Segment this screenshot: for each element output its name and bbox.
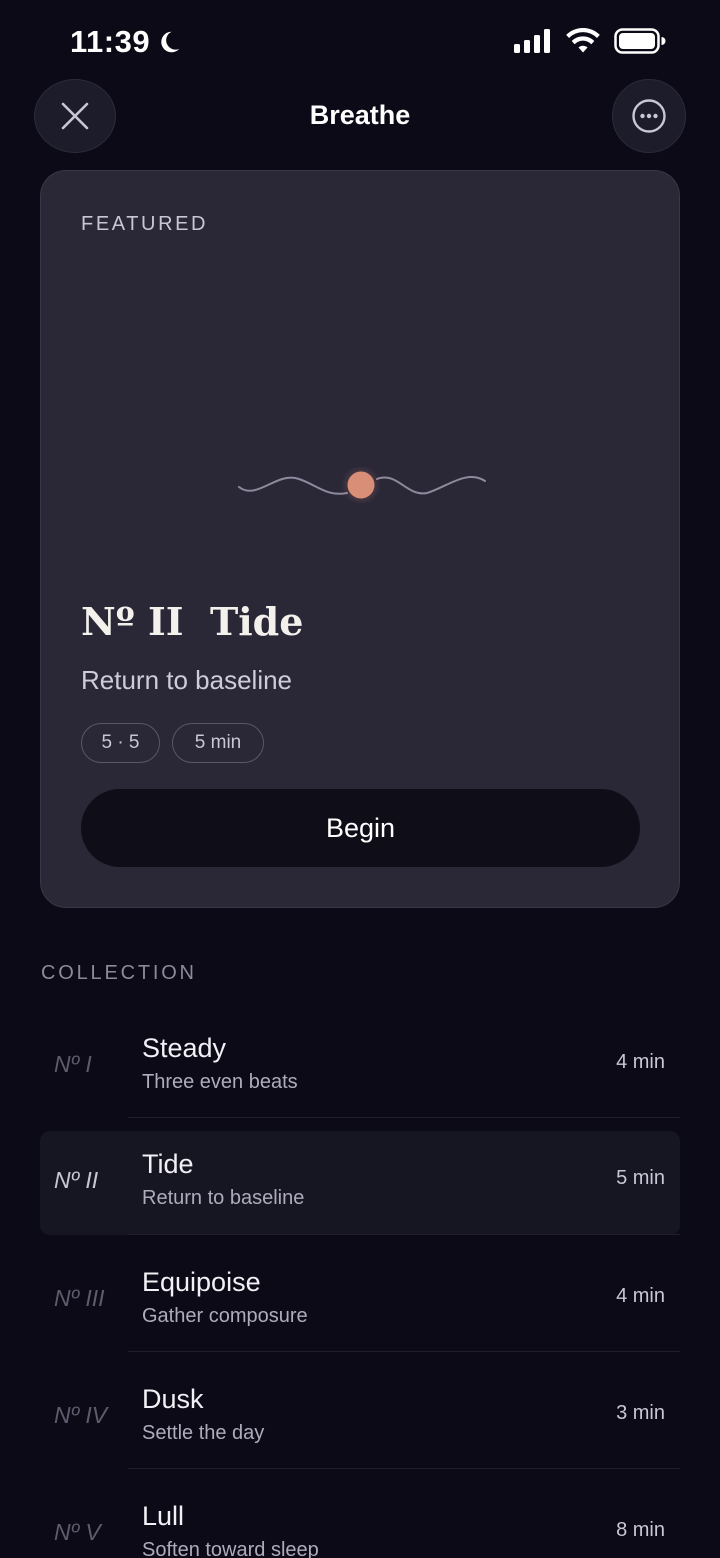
collection-item-lull[interactable]: Nº V Lull Soften toward sleep 8 min xyxy=(40,1483,680,1558)
rhythm-chip: 5 · 5 xyxy=(81,723,160,763)
list-item-title: Lull xyxy=(142,1501,185,1531)
list-item-subtitle: Three even beats xyxy=(142,1071,298,1093)
list-item-number: Nº II xyxy=(54,1167,99,1193)
list-item-title: Steady xyxy=(142,1033,227,1063)
list-item-duration: 4 min xyxy=(616,1285,665,1307)
list-item-duration: 8 min xyxy=(616,1519,665,1541)
list-item-duration: 4 min xyxy=(616,1051,665,1073)
featured-title: Nº II Tide xyxy=(81,599,304,644)
list-item-subtitle: Return to baseline xyxy=(142,1187,305,1209)
list-item-duration: 3 min xyxy=(616,1402,665,1424)
collection-item-equipoise[interactable]: Nº III Equipoise Gather composure 4 min xyxy=(40,1249,680,1353)
more-options-button[interactable] xyxy=(612,79,686,153)
list-item-number: Nº III xyxy=(54,1285,105,1311)
collection-heading: COLLECTION xyxy=(41,962,197,984)
breathe-screen: 11:39 Breathe FEATURED Nº II Tide Return… xyxy=(0,0,720,1558)
list-item-number: Nº V xyxy=(54,1519,101,1545)
list-item-duration: 5 min xyxy=(616,1167,665,1189)
featured-card: FEATURED Nº II Tide Return to baseline 5… xyxy=(40,170,680,908)
list-item-subtitle: Soften toward sleep xyxy=(142,1539,319,1558)
featured-eyebrow: FEATURED xyxy=(81,213,209,235)
list-item-title: Tide xyxy=(142,1149,194,1179)
divider xyxy=(128,1468,680,1469)
status-time-text: 11:39 xyxy=(70,24,151,59)
wifi-icon xyxy=(566,28,600,53)
duration-chip: 5 min xyxy=(172,723,264,763)
divider xyxy=(128,1351,680,1352)
list-item-subtitle: Settle the day xyxy=(142,1422,265,1444)
begin-button[interactable]: Begin xyxy=(81,789,640,867)
featured-subtitle: Return to baseline xyxy=(81,665,293,695)
battery-icon xyxy=(614,28,666,54)
list-item-number: Nº IV xyxy=(54,1402,108,1428)
collection-item-tide[interactable]: Nº II Tide Return to baseline 5 min xyxy=(40,1131,680,1235)
breath-wave-illustration xyxy=(238,467,486,503)
collection-item-steady[interactable]: Nº I Steady Three even beats 4 min xyxy=(40,1015,680,1119)
breath-indicator-dot xyxy=(347,471,375,499)
collection-item-dusk[interactable]: Nº IV Dusk Settle the day 3 min xyxy=(40,1366,680,1470)
list-item-title: Equipoise xyxy=(142,1267,261,1297)
more-icon xyxy=(632,99,666,133)
status-time: 11:39 xyxy=(70,24,182,60)
cellular-signal-icon xyxy=(514,29,550,53)
moon-icon xyxy=(161,31,180,53)
list-item-title: Dusk xyxy=(142,1384,204,1414)
divider xyxy=(128,1234,680,1235)
status-icons xyxy=(514,28,666,54)
list-item-subtitle: Gather composure xyxy=(142,1305,308,1327)
divider xyxy=(128,1117,680,1118)
list-item-number: Nº I xyxy=(54,1051,92,1077)
